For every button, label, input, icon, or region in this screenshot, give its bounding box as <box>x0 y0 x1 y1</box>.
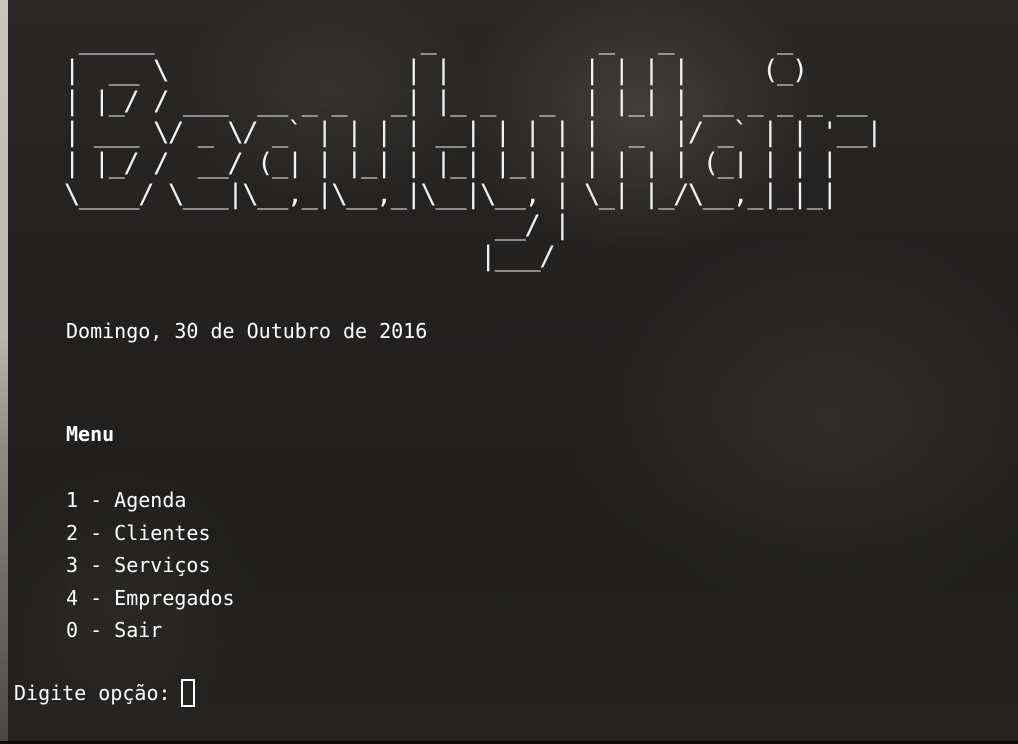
menu-item-clientes: 2 - Clientes <box>66 520 211 545</box>
terminal-window: _____ _ _ _ _ | __ \ | | | | | | (_) | |… <box>0 0 1018 744</box>
date-line: Domingo, 30 de Outubro de 2016 <box>66 319 428 343</box>
menu-item-agenda: 1 - Agenda <box>66 488 187 512</box>
prompt-label: Digite opção: <box>14 681 171 705</box>
menu-title: Menu <box>66 422 115 446</box>
menu-item-empregados: 4 - Empregados <box>66 585 235 610</box>
ascii-banner-logo: _____ _ _ _ _ | __ \ | | | | | | (_) | |… <box>64 24 882 272</box>
menu-item-sair: 0 - Sair <box>66 618 163 642</box>
option-prompt[interactable]: Digite opção: <box>14 679 195 707</box>
menu-list: 1 - Agenda 2 - Clientes 3 - Serviços 4 -… <box>66 484 235 647</box>
text-cursor <box>180 679 195 707</box>
window-edge <box>0 0 8 744</box>
menu-item-servicos: 3 - Serviços <box>66 553 211 577</box>
